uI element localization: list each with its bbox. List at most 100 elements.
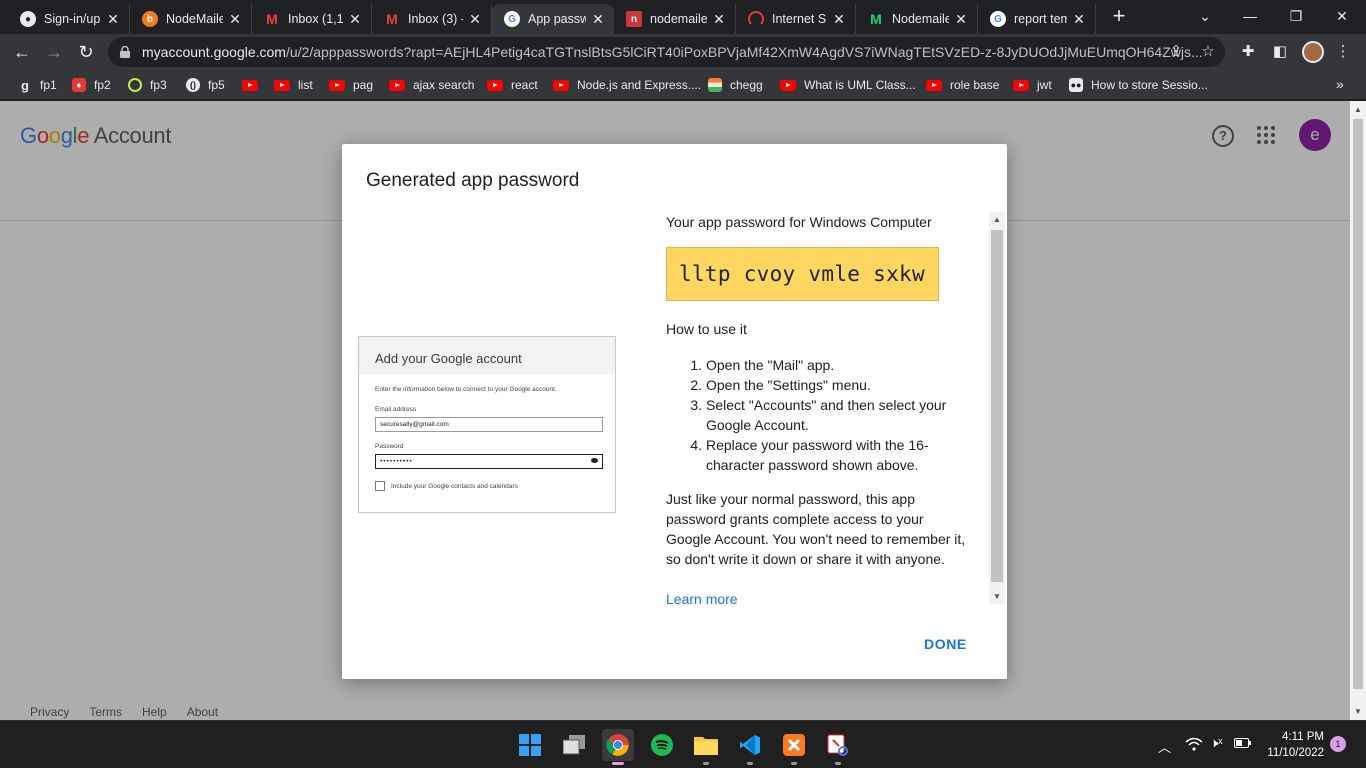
mock-password-dots: ••••••••••	[380, 458, 413, 465]
done-button[interactable]: DONE	[924, 636, 967, 652]
tab-3[interactable]: M Inbox (3) - ✕	[372, 4, 492, 34]
gmail-icon: M	[386, 11, 398, 27]
tab-1[interactable]: b NodeMailer ✕	[130, 4, 252, 34]
share-icon[interactable]: ⇪	[1167, 43, 1185, 61]
security-note: Just like your normal password, this app…	[666, 491, 966, 567]
close-window-button[interactable]: ✕	[1320, 4, 1364, 28]
bookmark-nodejs[interactable]: Node.js and Express....	[553, 76, 701, 94]
bookmark-star-icon[interactable]: ☆	[1199, 43, 1217, 61]
battery-icon[interactable]	[1234, 737, 1252, 752]
app-password-value[interactable]: lltp cvoy vmle sxkw	[666, 247, 939, 301]
bookmark-youtube[interactable]	[242, 76, 266, 94]
extensions-icon[interactable]: ✚	[1238, 42, 1258, 62]
bookmark-fp2[interactable]: ● fp2	[72, 76, 111, 94]
bookmark-sessions[interactable]: ●● How to store Sessio...	[1069, 76, 1208, 94]
tab-search-icon[interactable]: ⌄	[1183, 4, 1227, 28]
running-indicator	[747, 762, 753, 765]
close-tab-icon[interactable]: ✕	[467, 11, 483, 28]
chevron-up-icon[interactable]: ︿	[1158, 737, 1171, 756]
scrollbar-thumb[interactable]	[1353, 119, 1363, 689]
close-tab-icon[interactable]: ✕	[347, 11, 363, 28]
page-scrollbar[interactable]: ▲ ▼	[1350, 101, 1366, 720]
bookmark-jwt[interactable]: jwt	[1013, 76, 1052, 94]
tab-0[interactable]: ● Sign-in/up ✕	[8, 4, 130, 34]
mock-email-field: securesally@gmail.com	[375, 417, 603, 432]
close-tab-icon[interactable]: ✕	[711, 11, 727, 28]
more-bookmarks-icon[interactable]: »	[1336, 76, 1344, 92]
xampp-icon[interactable]	[778, 729, 810, 765]
scrollbar-thumb[interactable]	[991, 230, 1003, 582]
scroll-down-icon[interactable]: ▼	[1354, 707, 1362, 716]
bookmark-label: pag	[353, 78, 374, 92]
step-number: 4.	[690, 437, 702, 453]
snipping-tool-icon[interactable]	[822, 729, 854, 765]
youtube-icon	[242, 79, 258, 91]
step-number: 1.	[690, 357, 702, 373]
bookmark-chegg[interactable]: chegg	[708, 76, 763, 94]
start-icon[interactable]	[514, 729, 546, 761]
close-tab-icon[interactable]: ✕	[590, 11, 606, 28]
file-explorer-icon[interactable]	[690, 729, 722, 765]
bookmark-fp5[interactable]: () fp5	[186, 76, 225, 94]
task-view-icon[interactable]	[558, 729, 590, 761]
list-item: 4. Replace your password with the 16-char…	[666, 435, 961, 475]
steps-list: 1. Open the "Mail" app. 2. Open the "Setti…	[666, 355, 961, 475]
bookmark-label: fp1	[40, 78, 57, 92]
side-panel-icon[interactable]: ◧	[1270, 42, 1290, 62]
bookmark-pag[interactable]: pag	[329, 76, 373, 94]
bookmark-uml[interactable]: What is UML Class...	[780, 76, 916, 94]
bookmark-react[interactable]: react	[487, 76, 538, 94]
tab-title: Internet Sp	[772, 12, 827, 26]
close-tab-icon[interactable]: ✕	[227, 11, 243, 28]
vscode-icon[interactable]	[734, 729, 766, 765]
bookmark-label: react	[511, 78, 538, 92]
mock-info: Enter the information below to connect t…	[375, 386, 557, 393]
wifi-icon[interactable]	[1185, 737, 1203, 754]
system-clock[interactable]: 4:11 PM 11/10/2022	[1264, 729, 1324, 761]
bookmark-list[interactable]: list	[274, 76, 313, 94]
bookmark-role-base[interactable]: role base	[926, 76, 999, 94]
mock-password-field: ••••••••••	[375, 454, 603, 469]
chrome-icon[interactable]	[602, 729, 634, 765]
spotify-icon[interactable]	[646, 729, 678, 761]
close-tab-icon[interactable]: ✕	[1071, 11, 1087, 28]
mock-heading: Add your Google account	[359, 337, 615, 374]
close-tab-icon[interactable]: ✕	[105, 11, 121, 28]
tab-7[interactable]: M Nodemailer ✕	[856, 4, 978, 34]
address-bar[interactable]: myaccount.google.com/u/2/apppasswords?ra…	[108, 37, 1225, 67]
profile-avatar[interactable]	[1302, 41, 1324, 63]
back-button[interactable]: ←	[8, 38, 36, 66]
tab-6[interactable]: Internet Sp ✕	[736, 4, 856, 34]
dialog-scrollbar[interactable]: ▲ ▼	[989, 212, 1005, 604]
windows-taskbar: ︿ 🕨ˣ 4:11 PM 11/10/2022 1	[0, 720, 1366, 768]
bookmark-label: role base	[950, 78, 1000, 92]
bookmark-ajax-search[interactable]: ajax search	[389, 76, 474, 94]
tab-4-active[interactable]: G App passw ✕	[492, 4, 614, 34]
forward-button[interactable]: →	[40, 38, 68, 66]
minimize-button[interactable]: —	[1228, 4, 1272, 28]
tab-5[interactable]: n nodemailer ✕	[614, 4, 736, 34]
bookmark-fp1[interactable]: g fp1	[18, 76, 57, 94]
running-indicator	[612, 762, 624, 765]
new-tab-button[interactable]: +	[1108, 5, 1130, 28]
volume-muted-icon[interactable]: 🕨ˣ	[1210, 735, 1222, 751]
scroll-up-icon[interactable]: ▲	[1354, 105, 1362, 114]
scroll-up-icon[interactable]: ▲	[993, 215, 1001, 224]
tab-title: App passw	[528, 12, 586, 26]
scroll-down-icon[interactable]: ▼	[993, 592, 1001, 601]
reload-button[interactable]: ↻	[72, 38, 100, 66]
learn-more-link[interactable]: Learn more	[666, 589, 738, 604]
bookmark-fp3[interactable]: fp3	[128, 76, 167, 94]
restore-button[interactable]: ❐	[1274, 4, 1318, 28]
tab-2[interactable]: M Inbox (1,18 ✕	[252, 4, 372, 34]
tab-8[interactable]: G report tem ✕	[978, 4, 1096, 34]
menu-kebab-icon[interactable]: ⋮	[1333, 42, 1353, 62]
close-tab-icon[interactable]: ✕	[831, 11, 847, 28]
close-tab-icon[interactable]: ✕	[953, 11, 969, 28]
bookmark-label: fp3	[150, 78, 167, 92]
tab-title: report tem	[1014, 12, 1067, 26]
running-indicator	[703, 762, 709, 765]
tab-title: Nodemailer	[892, 12, 949, 26]
notification-badge[interactable]: 1	[1330, 736, 1346, 752]
tab-title: nodemailer	[650, 12, 707, 26]
